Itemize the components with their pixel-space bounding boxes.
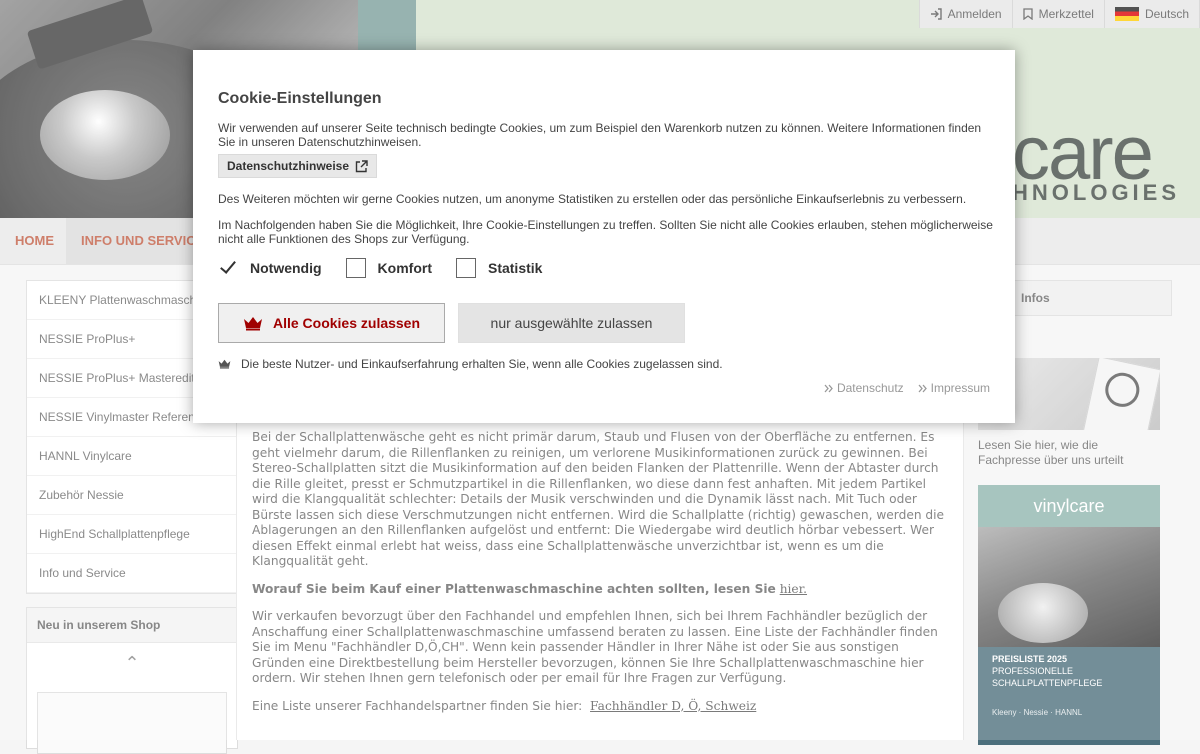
crown-icon [218,359,231,369]
privacy-link[interactable]: Datenschutz [824,381,904,395]
cookie-intro-text: Wir verwenden auf unserer Seite technisc… [218,121,982,149]
cookie-checkboxes: Notwendig Komfort Statistik [218,258,566,278]
double-chevron-right-icon [918,384,927,392]
checkbox-comfort[interactable]: Komfort [345,258,432,278]
imprint-link-label: Impressum [930,381,990,395]
accept-all-label: Alle Cookies zulassen [272,315,421,331]
checkbox-comfort-box[interactable] [345,258,366,278]
checkbox-comfort-label: Komfort [377,260,432,276]
accept-selected-cookies-button[interactable]: nur ausgewählte zulassen [458,303,685,343]
cookie-footer-links: Datenschutz Impressum [824,381,990,395]
checkbox-necessary-box[interactable] [218,258,238,278]
cookie-hint-text: Die beste Nutzer- und Einkaufserfahrung … [241,357,723,371]
accept-all-cookies-button[interactable]: Alle Cookies zulassen [218,303,445,343]
checkbox-statistics-box[interactable] [455,258,476,278]
privacy-notice-button[interactable]: Datenschutzhinweise [218,154,378,178]
external-link-icon [355,159,368,172]
checkbox-statistics[interactable]: Statistik [455,258,543,278]
crown-icon [243,316,262,330]
checkbox-necessary-label: Notwendig [250,260,322,276]
double-chevron-right-icon [824,384,833,392]
imprint-link[interactable]: Impressum [918,381,990,395]
cookie-statistics-text: Des Weiteren möchten wir gerne Cookies n… [218,192,967,206]
checkbox-necessary[interactable]: Notwendig [218,258,322,278]
cookie-title: Cookie-Einstellungen [218,90,382,107]
privacy-notice-label: Datenschutzhinweise [227,159,350,173]
cookie-hint: Die beste Nutzer- und Einkaufserfahrung … [218,357,723,371]
checkbox-statistics-label: Statistik [487,260,543,276]
cookie-settings-text: Im Nachfolgenden haben Sie die Möglichke… [218,218,993,246]
cookie-dialog: Cookie-Einstellungen Wir verwenden auf u… [193,50,1015,423]
privacy-link-label: Datenschutz [836,381,904,395]
